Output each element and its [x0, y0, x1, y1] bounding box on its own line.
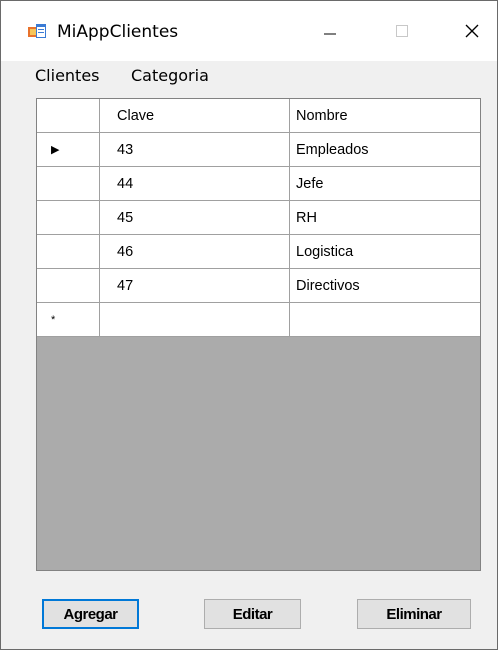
row-selector[interactable]: * — [37, 303, 100, 337]
cell-nombre[interactable]: Jefe — [290, 167, 480, 201]
cell-clave[interactable]: 47 — [100, 269, 290, 303]
maximize-icon — [396, 25, 408, 37]
column-header-nombre[interactable]: Nombre — [290, 99, 480, 133]
cell-clave[interactable] — [100, 303, 290, 337]
cell-clave[interactable]: 44 — [100, 167, 290, 201]
cell-clave[interactable]: 46 — [100, 235, 290, 269]
new-row-asterisk-icon: * — [51, 313, 56, 326]
table-row[interactable]: 46 Logistica — [37, 235, 480, 269]
title-bar[interactable]: MiAppClientes — [1, 1, 497, 61]
close-icon — [465, 24, 479, 38]
cell-nombre[interactable]: Directivos — [290, 269, 480, 303]
winforms-app-icon — [28, 24, 46, 38]
window-title: MiAppClientes — [57, 22, 179, 42]
grid-header-row: Clave Nombre — [37, 99, 480, 133]
cell-nombre[interactable]: Empleados — [290, 133, 480, 167]
maximize-button[interactable] — [379, 1, 425, 61]
menu-bar: Clientes Categoria — [1, 61, 497, 91]
new-row[interactable]: * — [37, 303, 480, 337]
row-selector[interactable] — [37, 201, 100, 235]
eliminar-button[interactable]: Eliminar — [357, 599, 471, 629]
cell-nombre[interactable]: RH — [290, 201, 480, 235]
close-button[interactable] — [449, 1, 495, 61]
cell-nombre[interactable]: Logistica — [290, 235, 480, 269]
table-row[interactable]: ▶ 43 Empleados — [37, 133, 480, 167]
agregar-button[interactable]: Agregar — [42, 599, 139, 629]
row-selector[interactable] — [37, 235, 100, 269]
minimize-button[interactable] — [307, 1, 353, 61]
cell-nombre[interactable] — [290, 303, 480, 337]
table-row[interactable]: 47 Directivos — [37, 269, 480, 303]
menu-clientes[interactable]: Clientes — [33, 66, 102, 85]
menu-categoria[interactable]: Categoria — [129, 66, 211, 85]
row-selector[interactable]: ▶ — [37, 133, 100, 167]
row-selector[interactable] — [37, 269, 100, 303]
data-grid[interactable]: Clave Nombre ▶ 43 Empleados 44 Jefe 45 R… — [36, 98, 481, 571]
row-header-corner[interactable] — [37, 99, 100, 133]
main-window: MiAppClientes Clientes Categoria Clave N… — [0, 0, 498, 650]
cell-clave[interactable]: 43 — [100, 133, 290, 167]
cell-clave[interactable]: 45 — [100, 201, 290, 235]
table-row[interactable]: 44 Jefe — [37, 167, 480, 201]
column-header-clave[interactable]: Clave — [100, 99, 290, 133]
table-row[interactable]: 45 RH — [37, 201, 480, 235]
editar-button[interactable]: Editar — [204, 599, 301, 629]
row-selector[interactable] — [37, 167, 100, 201]
minimize-icon — [324, 33, 336, 35]
current-row-arrow-icon: ▶ — [51, 144, 60, 156]
